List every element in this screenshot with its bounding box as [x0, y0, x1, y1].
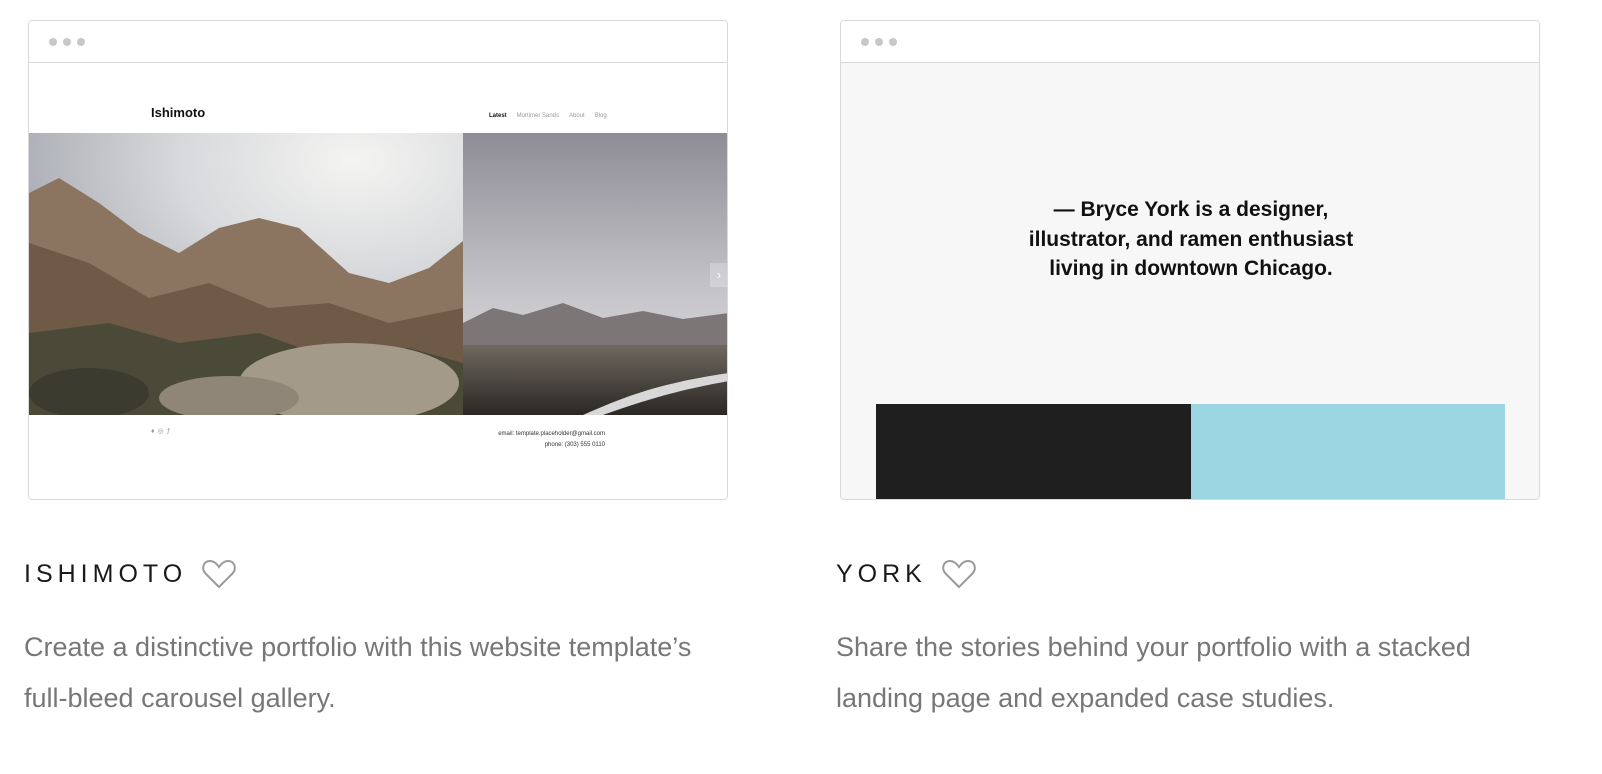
intro-line: illustrator, and ramen enthusiast [1028, 227, 1354, 251]
window-dot-icon [77, 38, 85, 46]
preview-viewport: Ishimoto Latest Mortimer Sands About Blo… [29, 63, 727, 499]
favorite-heart-icon[interactable] [941, 556, 977, 592]
window-dot-icon [63, 38, 71, 46]
template-preview[interactable]: — Bryce York is a designer, illustrator,… [840, 20, 1540, 500]
preview-phone: phone: (303) 555 0110 [544, 442, 605, 448]
intro-line: living in downtown Chicago. [1049, 257, 1333, 280]
intro-line: — Bryce York is a designer, [1053, 198, 1329, 221]
template-description: Create a distinctive portfolio with this… [24, 632, 692, 713]
preview-nav-item: About [569, 113, 585, 119]
window-dot-icon [49, 38, 57, 46]
social-icons: ♦◎ƒ [151, 427, 174, 435]
preview-nav: Latest Mortimer Sands About Blog [489, 113, 607, 119]
carousel-next-icon[interactable]: › [710, 263, 727, 287]
template-title-row: ISHIMOTO [24, 556, 237, 592]
favorite-heart-icon[interactable] [201, 556, 237, 592]
window-dot-icon [861, 38, 869, 46]
preview-nav-item: Latest [489, 113, 507, 119]
template-title[interactable]: ISHIMOTO [24, 560, 187, 589]
browser-chrome [29, 21, 727, 63]
mountain-photo [29, 133, 463, 415]
window-dot-icon [889, 38, 897, 46]
facebook-icon: ƒ [166, 428, 174, 435]
project-tile-dark [876, 404, 1191, 499]
preview-nav-item: Blog [594, 113, 607, 119]
template-title-row: YORK [836, 556, 977, 592]
preview-viewport: — Bryce York is a designer, illustrator,… [841, 63, 1539, 499]
window-dot-icon [875, 38, 883, 46]
template-preview[interactable]: Ishimoto Latest Mortimer Sands About Blo… [28, 20, 728, 500]
preview-email: email: template.placeholder@gmail.com [498, 431, 605, 437]
browser-chrome [841, 21, 1539, 63]
project-tile-blue [1191, 404, 1505, 499]
template-description: Share the stories behind your portfolio … [836, 632, 1471, 713]
preview-nav-item: Mortimer Sands [516, 113, 560, 119]
preview-intro-text: — Bryce York is a designer, illustrator,… [991, 195, 1391, 284]
instagram-icon: ◎ [157, 428, 167, 435]
preview-contact: email: template.placeholder@gmail.com ph… [498, 429, 605, 451]
template-title[interactable]: YORK [836, 560, 927, 589]
preview-site-title: Ishimoto [151, 105, 206, 120]
desert-photo [463, 133, 727, 415]
twitter-icon: ♦ [151, 428, 158, 435]
